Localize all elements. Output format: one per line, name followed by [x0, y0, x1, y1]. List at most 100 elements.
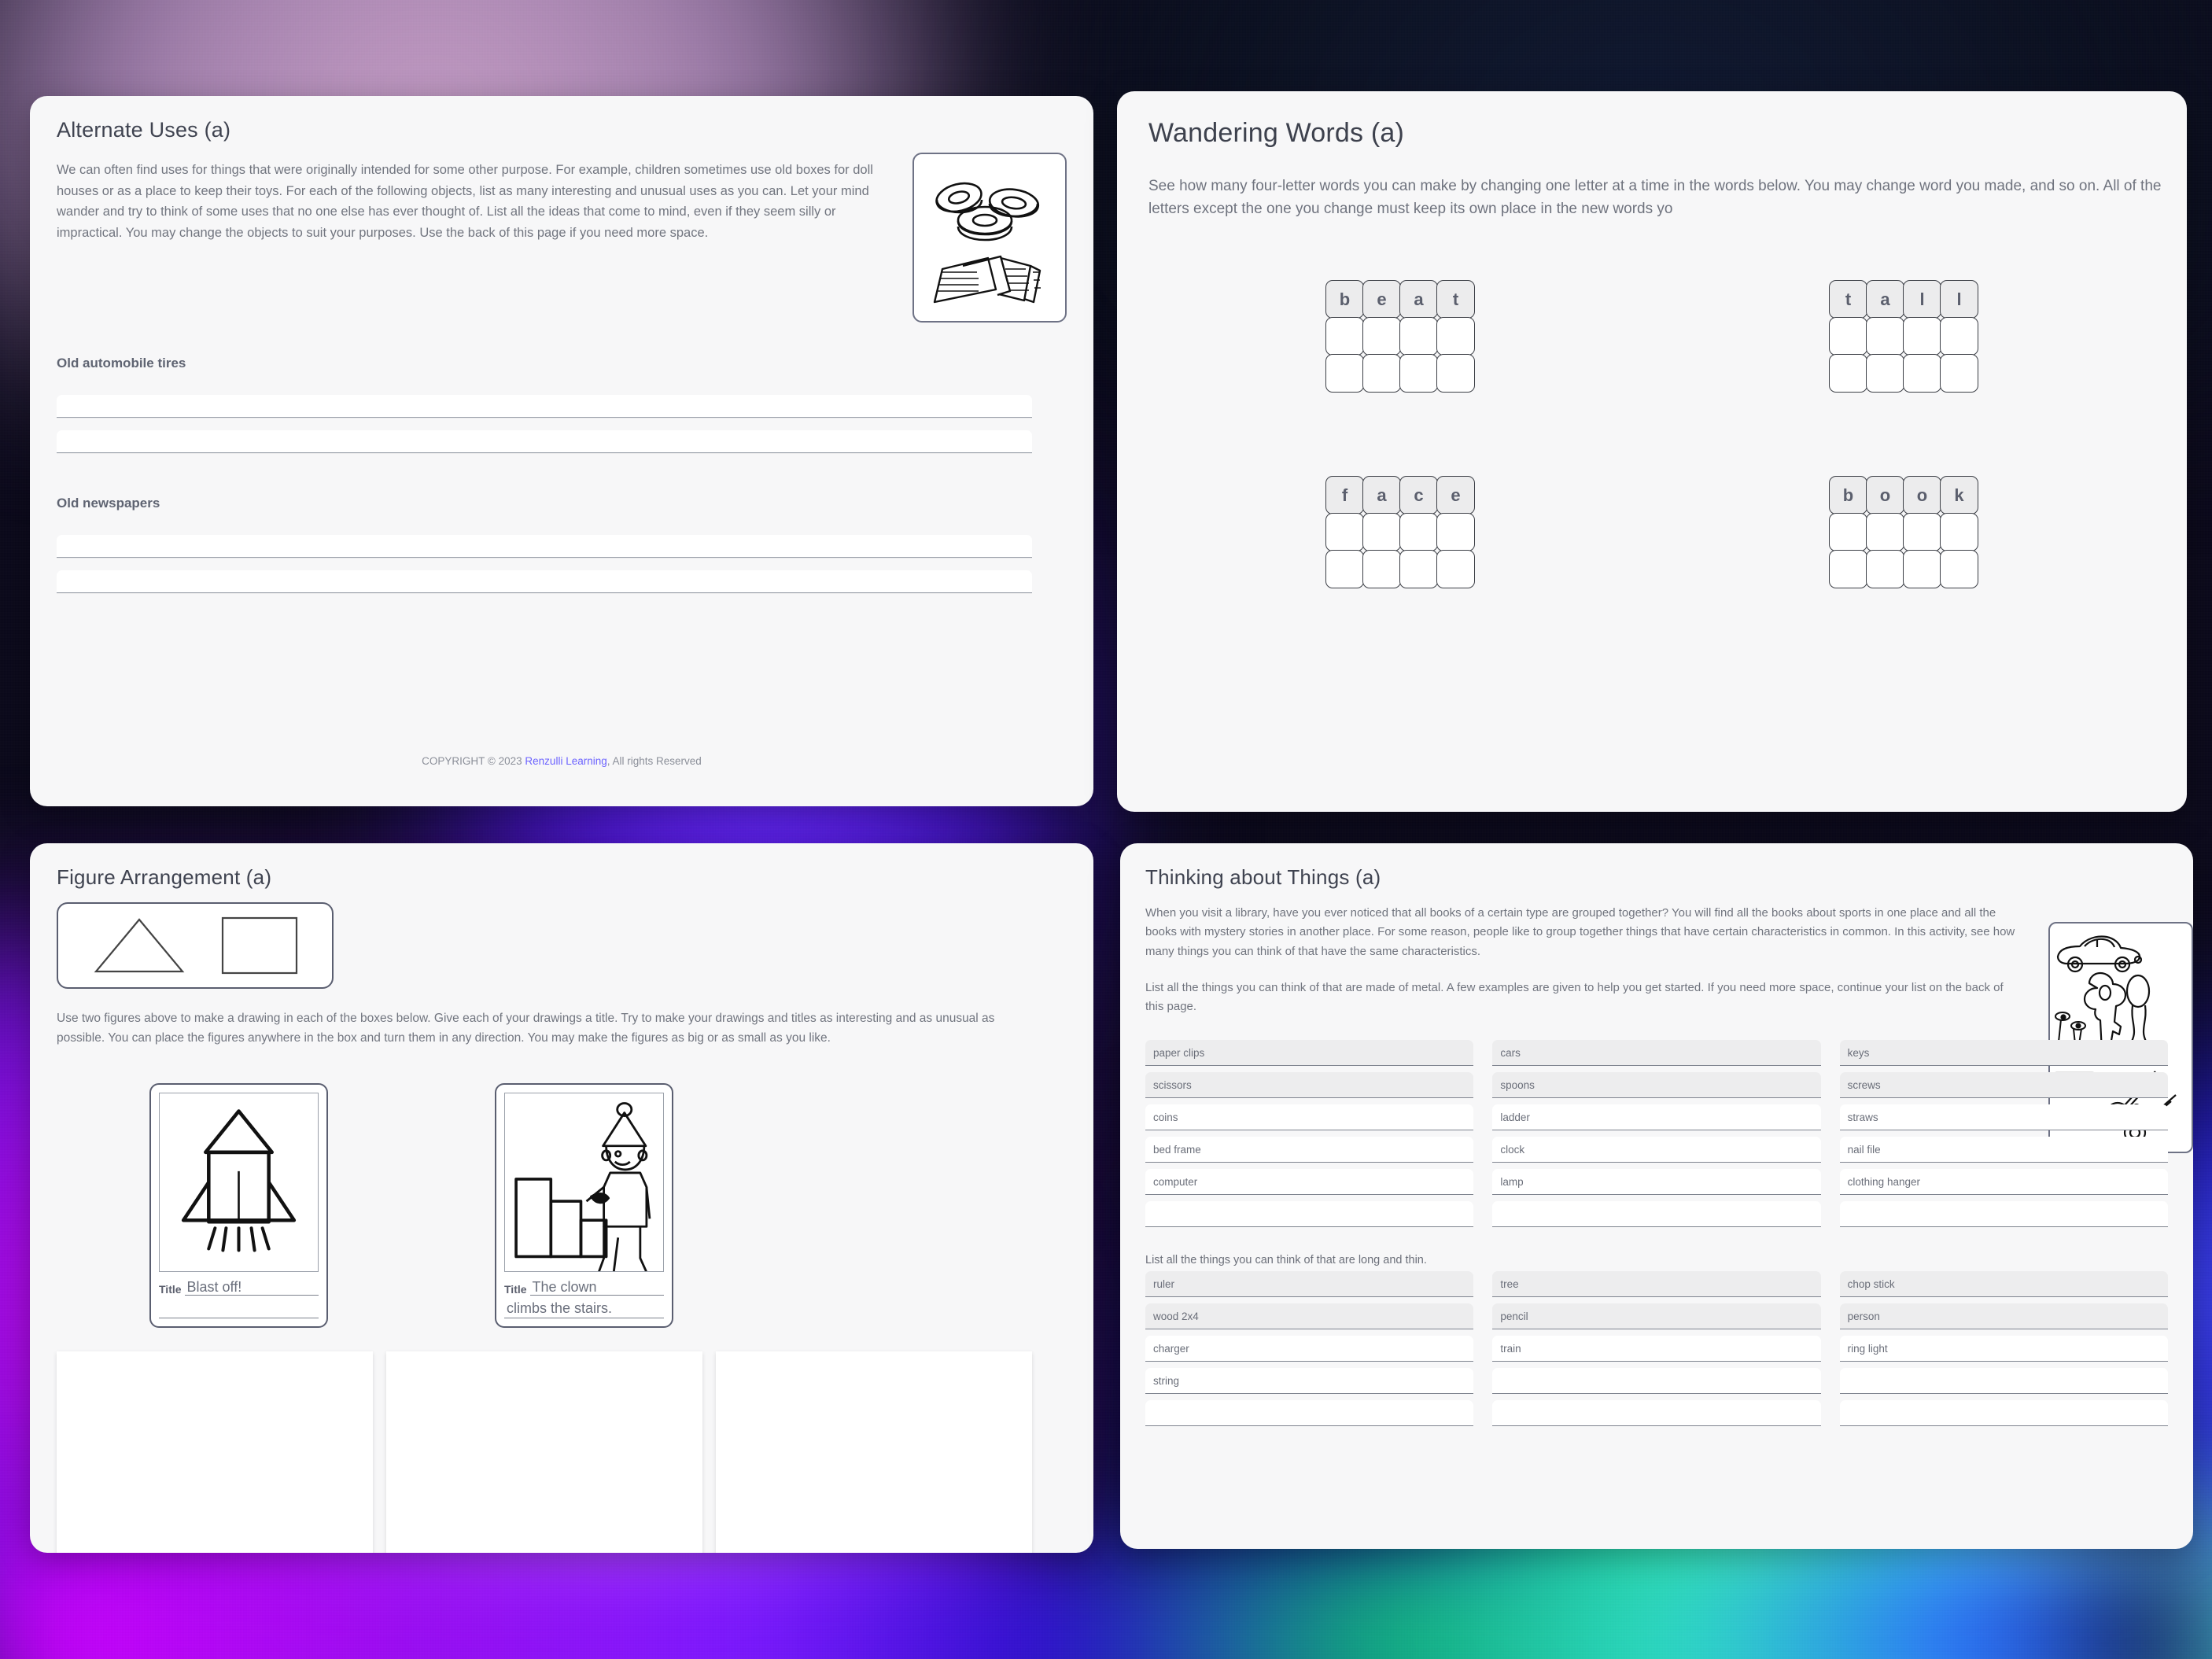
word-blank-cell[interactable]: [1362, 550, 1401, 588]
word-blank-cell[interactable]: [1903, 354, 1941, 393]
answer-field[interactable]: ladder: [1492, 1104, 1821, 1131]
word-blank-cell[interactable]: [1866, 550, 1904, 588]
word-blank-cell[interactable]: [1940, 550, 1978, 588]
answer-field[interactable]: [1839, 1201, 2168, 1228]
word-blank-cell[interactable]: [1399, 513, 1438, 551]
answer-field[interactable]: [1492, 1201, 1821, 1228]
answer-field[interactable]: [1492, 1368, 1821, 1395]
answer-field[interactable]: computer: [1145, 1169, 1474, 1196]
title-label: Title: [504, 1283, 527, 1296]
word-blank-cell[interactable]: [1829, 513, 1867, 551]
word-grid: face: [1325, 476, 1475, 588]
word-letter-cell: k: [1940, 476, 1978, 514]
wandering-words-title: Wandering Words (a): [1148, 118, 1405, 148]
answer-field[interactable]: screws: [1839, 1072, 2168, 1099]
word-blank-cell[interactable]: [1325, 513, 1364, 551]
word-blank-cell[interactable]: [1325, 317, 1364, 356]
thinking-about-things-card: Thinking about Things (a) When you visit…: [1120, 843, 2193, 1549]
answer-field[interactable]: [1145, 1400, 1474, 1427]
word-letter-cell: b: [1325, 280, 1364, 319]
answer-field[interactable]: [1839, 1400, 2168, 1427]
answer-field[interactable]: scissors: [1145, 1072, 1474, 1099]
title-value-line2[interactable]: [159, 1300, 319, 1319]
blank-drawing-box[interactable]: [716, 1351, 1032, 1553]
word-blank-cell[interactable]: [1399, 550, 1438, 588]
title-value-line2[interactable]: climbs the stairs.: [504, 1300, 664, 1319]
word-blank-cell[interactable]: [1325, 354, 1364, 393]
title-value[interactable]: The clown: [529, 1279, 664, 1296]
answer-field[interactable]: spoons: [1492, 1072, 1821, 1099]
word-blank-cell[interactable]: [1325, 550, 1364, 588]
answer-line[interactable]: [57, 570, 1032, 593]
blank-drawing-box[interactable]: [386, 1351, 702, 1553]
blank-drawing-boxes: [57, 1351, 1067, 1553]
word-grids: beat tall face book: [1148, 280, 2155, 588]
word-blank-cell[interactable]: [1903, 317, 1941, 356]
answer-field[interactable]: train: [1492, 1336, 1821, 1362]
word-letter-cell: l: [1903, 280, 1941, 319]
answer-line[interactable]: [57, 395, 1032, 418]
answer-field[interactable]: keys: [1839, 1040, 2168, 1067]
answer-field[interactable]: charger: [1145, 1336, 1474, 1362]
answer-field[interactable]: bed frame: [1145, 1137, 1474, 1163]
renzulli-learning-link[interactable]: Renzulli Learning: [525, 755, 606, 767]
word-blank-cell[interactable]: [1866, 317, 1904, 356]
alt-group-1: Old newspapers: [57, 496, 1032, 593]
word-blank-cell[interactable]: [1903, 513, 1941, 551]
thinking-paragraph-1: When you visit a library, have you ever …: [1145, 906, 2015, 958]
word-blank-cell[interactable]: [1866, 513, 1904, 551]
word-blank-cell[interactable]: [1829, 354, 1867, 393]
answer-field[interactable]: wood 2x4: [1145, 1303, 1474, 1330]
answer-field[interactable]: [1839, 1368, 2168, 1395]
blank-drawing-box[interactable]: [57, 1351, 373, 1553]
word-letter-cell: e: [1436, 476, 1475, 514]
long-thin-section: List all the things you can think of tha…: [1145, 1254, 2168, 1427]
answer-field[interactable]: nail file: [1839, 1137, 2168, 1163]
answer-field[interactable]: straws: [1839, 1104, 2168, 1131]
answer-line[interactable]: [57, 535, 1032, 558]
word-grid: book: [1829, 476, 1978, 588]
word-blank-cell[interactable]: [1903, 550, 1941, 588]
answer-field[interactable]: cars: [1492, 1040, 1821, 1067]
answer-field[interactable]: tree: [1492, 1271, 1821, 1298]
word-blank-cell[interactable]: [1436, 354, 1475, 393]
word-blank-cell[interactable]: [1362, 317, 1401, 356]
answer-field[interactable]: ring light: [1839, 1336, 2168, 1362]
copyright-prefix: COPYRIGHT © 2023: [422, 755, 525, 767]
word-blank-cell[interactable]: [1829, 317, 1867, 356]
word-letter-cell: e: [1362, 280, 1401, 319]
thinking-about-things-title: Thinking about Things (a): [1145, 865, 1381, 889]
answer-field[interactable]: clock: [1492, 1137, 1821, 1163]
answer-field[interactable]: paper clips: [1145, 1040, 1474, 1067]
word-blank-cell[interactable]: [1399, 354, 1438, 393]
answer-field[interactable]: lamp: [1492, 1169, 1821, 1196]
answer-field[interactable]: pencil: [1492, 1303, 1821, 1330]
word-blank-cell[interactable]: [1436, 550, 1475, 588]
word-blank-cell[interactable]: [1940, 513, 1978, 551]
word-blank-cell[interactable]: [1362, 354, 1401, 393]
answer-field[interactable]: person: [1839, 1303, 2168, 1330]
word-blank-cell[interactable]: [1362, 513, 1401, 551]
word-blank-cell[interactable]: [1866, 354, 1904, 393]
word-blank-cell[interactable]: [1399, 317, 1438, 356]
answer-field[interactable]: chop stick: [1839, 1271, 2168, 1298]
answer-field[interactable]: [1492, 1400, 1821, 1427]
word-blank-cell[interactable]: [1436, 317, 1475, 356]
answer-field[interactable]: ruler: [1145, 1271, 1474, 1298]
answer-line[interactable]: [57, 430, 1032, 453]
answer-field[interactable]: string: [1145, 1368, 1474, 1395]
word-grid: beat: [1325, 280, 1475, 393]
word-blank-cell[interactable]: [1829, 550, 1867, 588]
alt-group-label: Old newspapers: [57, 496, 160, 511]
example-title-row: Title Blast off!: [159, 1279, 319, 1296]
title-value[interactable]: Blast off!: [184, 1279, 319, 1296]
answer-field[interactable]: coins: [1145, 1104, 1474, 1131]
word-letter-cell: b: [1829, 476, 1867, 514]
word-blank-cell[interactable]: [1940, 354, 1978, 393]
word-blank-cell[interactable]: [1436, 513, 1475, 551]
answer-field[interactable]: [1145, 1201, 1474, 1228]
alternate-uses-title: Alternate Uses (a): [57, 118, 231, 142]
answer-field[interactable]: clothing hanger: [1839, 1169, 2168, 1196]
word-grid: tall: [1829, 280, 1978, 393]
word-blank-cell[interactable]: [1940, 317, 1978, 356]
